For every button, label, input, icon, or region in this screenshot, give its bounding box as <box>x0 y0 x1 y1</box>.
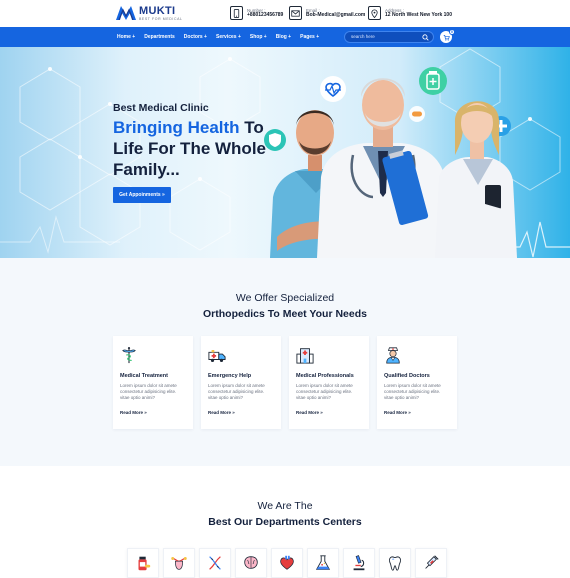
departments-subtitle: We Are The <box>257 500 313 512</box>
read-more-link[interactable]: Read More » <box>384 410 411 415</box>
logo-tagline: BEST FOR MEDICAL <box>139 17 183 21</box>
service-card-emergency-help[interactable]: Emergency Help Lorem ipsum dolor sit ame… <box>201 336 281 429</box>
uterus-icon <box>171 557 187 570</box>
nurse-icon <box>386 347 400 364</box>
hospital-icon <box>296 348 314 364</box>
address-value: 12 North West New York 100 <box>385 11 452 18</box>
logo-mark-icon <box>116 6 136 20</box>
card-title: Medical Professionals <box>296 373 354 379</box>
department-tile[interactable] <box>415 548 447 578</box>
search-input[interactable]: search here <box>344 31 434 43</box>
departments-section: We Are The Best Our Departments Centers <box>0 466 570 578</box>
read-more-link[interactable]: Read More » <box>296 410 323 415</box>
email-address[interactable]: Bob-Medical@gmail.com <box>306 12 365 19</box>
cart-button[interactable]: 0 <box>440 29 455 43</box>
heart-pulse-icon <box>320 76 346 102</box>
shield-badge-icon <box>264 129 286 151</box>
hero-subtitle: Best Medical Clinic <box>113 102 209 114</box>
department-tile[interactable] <box>235 548 267 578</box>
read-more-link[interactable]: Read More » <box>208 410 235 415</box>
lab-flask-icon <box>315 555 331 570</box>
card-text: Lorem ipsum dolor sit amete consectetur … <box>296 383 353 400</box>
hero-title-accent: Bringing Health <box>113 118 240 137</box>
offer-title: Orthopedics To Meet Your Needs <box>203 308 367 320</box>
hero-section: Best Medical Clinic Bringing Health To L… <box>0 47 570 258</box>
location-icon <box>368 6 381 20</box>
main-nav: Home + Departments Doctors + Services + … <box>0 27 570 47</box>
logo[interactable]: MUKTI BEST FOR MEDICAL <box>116 6 183 22</box>
nav-item-blog[interactable]: Blog + <box>276 34 291 40</box>
service-card-qualified-doctors[interactable]: Qualified Doctors Lorem ipsum dolor sit … <box>377 336 457 429</box>
offer-subtitle: We Offer Specialized <box>235 292 335 304</box>
logo-name: MUKTI <box>139 5 176 17</box>
ambulance-icon <box>208 350 226 363</box>
department-tile[interactable] <box>199 548 231 578</box>
heart-icon <box>280 555 294 570</box>
departments-title: Best Our Departments Centers <box>208 516 362 528</box>
department-tile[interactable] <box>343 548 375 578</box>
specialized-services-section: We Offer Specialized Orthopedics To Meet… <box>0 258 570 466</box>
search-placeholder: search here <box>351 34 375 39</box>
top-bar: MUKTI BEST FOR MEDICAL Number : +8801234… <box>0 0 570 27</box>
department-tile[interactable] <box>163 548 195 578</box>
cart-icon <box>443 34 450 41</box>
phone-number[interactable]: +880123456789 <box>247 12 283 19</box>
contact-address: Address : 12 North West New York 100 <box>368 6 452 20</box>
caduceus-icon <box>122 346 136 364</box>
contact-phone: Number : +880123456789 <box>230 6 283 20</box>
dna-icon <box>209 556 221 570</box>
brain-icon <box>244 556 258 569</box>
nav-item-departments[interactable]: Departments <box>144 34 175 40</box>
tooth-icon <box>389 556 401 571</box>
service-card-medical-treatment[interactable]: Medical Treatment Lorem ipsum dolor sit … <box>113 336 193 429</box>
syringe-icon <box>425 555 439 569</box>
service-cards: Medical Treatment Lorem ipsum dolor sit … <box>113 336 465 429</box>
medicine-bottle-icon <box>419 67 447 95</box>
card-text: Lorem ipsum dolor sit amete consectetur … <box>384 383 441 400</box>
nav-item-shop[interactable]: Shop + <box>250 34 267 40</box>
search-icon[interactable] <box>422 34 429 41</box>
doctors-illustration <box>264 67 517 258</box>
get-appointment-button[interactable]: Get Appoinments » <box>113 187 171 203</box>
department-tile[interactable] <box>379 548 411 578</box>
card-text: Lorem ipsum dolor sit amete consectetur … <box>208 383 265 400</box>
card-title: Qualified Doctors <box>384 373 430 379</box>
email-icon <box>289 6 302 20</box>
contact-email: Email : Bob-Medical@gmail.com <box>289 6 365 20</box>
card-title: Emergency Help <box>208 373 252 379</box>
microscope-icon <box>353 555 365 571</box>
cart-count-badge: 0 <box>449 29 455 35</box>
card-text: Lorem ipsum dolor sit amete consectetur … <box>120 383 177 400</box>
nav-item-pages[interactable]: Pages + <box>300 34 319 40</box>
department-tile[interactable] <box>307 548 339 578</box>
nav-item-services[interactable]: Services + <box>216 34 241 40</box>
read-more-link[interactable]: Read More » <box>120 410 147 415</box>
department-icons-row <box>127 548 451 578</box>
department-tile[interactable] <box>271 548 303 578</box>
phone-icon <box>230 6 243 20</box>
capsule-icon <box>409 106 425 122</box>
doctor-white-coat <box>317 78 451 258</box>
nav-item-home[interactable]: Home + <box>117 34 135 40</box>
service-card-medical-professionals[interactable]: Medical Professionals Lorem ipsum dolor … <box>289 336 369 429</box>
department-tile[interactable] <box>127 548 159 578</box>
card-title: Medical Treatment <box>120 373 168 379</box>
medicine-icon <box>138 556 151 571</box>
nav-item-doctors[interactable]: Doctors + <box>184 34 207 40</box>
